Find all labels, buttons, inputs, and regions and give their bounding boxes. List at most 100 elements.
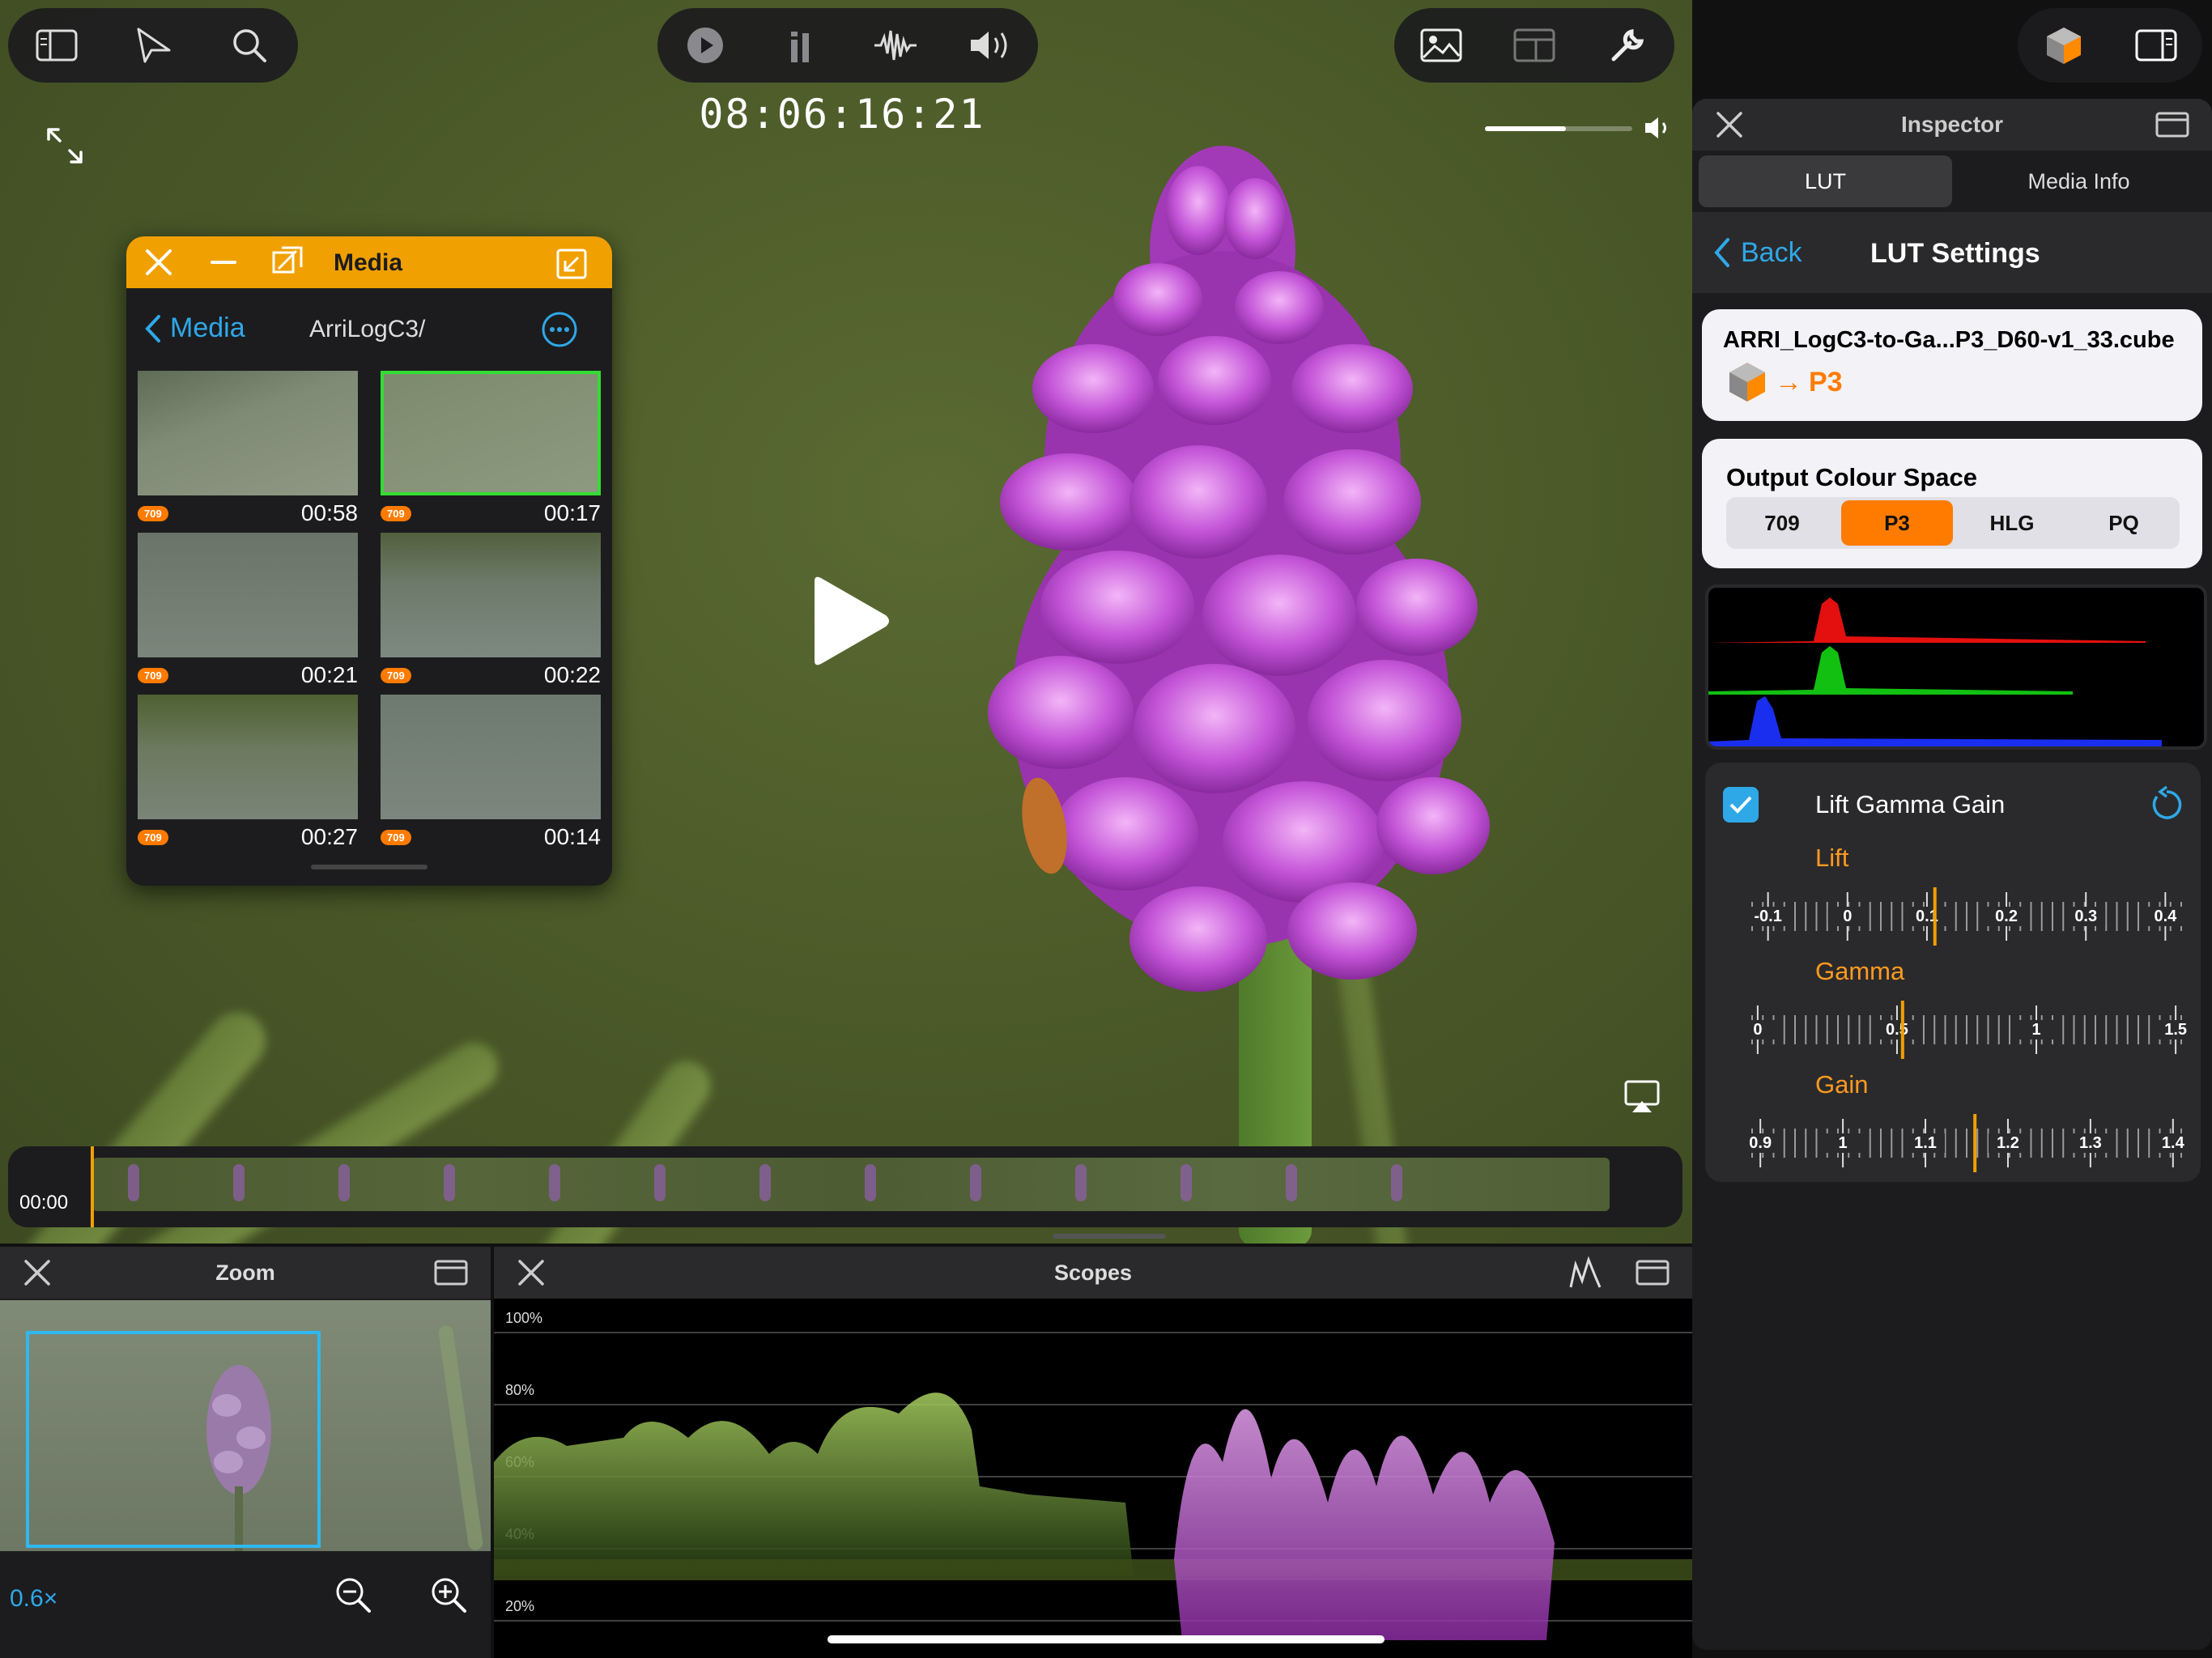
filmstrip-frame xyxy=(1286,1164,1297,1201)
timeline[interactable]: 00:00 xyxy=(8,1146,1682,1227)
colour-space-badge: 709 xyxy=(381,667,411,683)
back-button[interactable]: Back xyxy=(1713,236,1802,269)
clip-thumbnail[interactable] xyxy=(138,695,358,819)
ruler-tick-label: 1.2 xyxy=(1997,1134,2019,1152)
clip-duration: 00:14 xyxy=(543,824,601,849)
sidebar-toolbar xyxy=(2018,8,2202,83)
lift-ruler[interactable]: -0.1 0 0.1 0.2 0.3 0.4 xyxy=(1744,884,2189,949)
clip-info: 709 00:14 xyxy=(381,821,601,853)
media-back-button[interactable]: Media xyxy=(144,312,245,344)
ruler-tick-label: 0 xyxy=(1843,908,1852,925)
colour-space-option[interactable]: PQ xyxy=(2068,497,2180,549)
scroll-indicator[interactable] xyxy=(311,865,428,869)
play-circle-icon[interactable] xyxy=(673,13,738,78)
close-icon[interactable] xyxy=(23,1258,52,1293)
zoom-region-rectangle[interactable] xyxy=(26,1331,321,1548)
zoom-out-icon[interactable] xyxy=(334,1575,372,1618)
lgg-enable-checkbox[interactable] xyxy=(1723,787,1759,823)
window-icon[interactable] xyxy=(2155,112,2189,142)
search-icon[interactable] xyxy=(217,13,282,78)
output-colour-space-card: Output Colour Space 709 P3 HLG PQ xyxy=(1702,439,2202,568)
ruler-tick-label: 0.4 xyxy=(2154,908,2177,925)
lut-conversion: → P3 xyxy=(1726,359,1843,405)
lut-file-card[interactable]: ARRI_LogC3-to-Ga...P3_D60-v1_33.cube → P… xyxy=(1702,309,2202,421)
ruler-tick-label: 0.2 xyxy=(1995,908,2018,925)
filmstrip-frame xyxy=(1180,1164,1192,1201)
lut-settings-nav: Back LUT Settings xyxy=(1692,212,2212,293)
media-window-header: Media xyxy=(126,236,612,288)
clip-thumbnail[interactable] xyxy=(381,695,601,819)
media-back-label: Media xyxy=(170,312,245,343)
lgg-label: Lift Gamma Gain xyxy=(1815,790,2006,818)
back-label: Back xyxy=(1741,236,1802,268)
ruler-tick-label: 0.9 xyxy=(1749,1134,1772,1152)
colour-space-badge: 709 xyxy=(138,829,168,845)
fullscreen-icon[interactable] xyxy=(45,126,84,169)
inspector-tabs: LUT Media Info xyxy=(1699,155,2206,207)
waveform-green-trace xyxy=(494,1392,1134,1575)
output-colour-space-label: Output Colour Space xyxy=(1726,463,1977,491)
colour-space-option[interactable]: HLG xyxy=(1956,497,2068,549)
volume-icon[interactable] xyxy=(1644,115,1673,145)
gain-ruler[interactable]: 0.9 1 1.1 1.2 1.3 1.4 xyxy=(1741,1111,2193,1175)
tab-media-info[interactable]: Media Info xyxy=(1952,155,2206,207)
close-icon[interactable] xyxy=(517,1258,546,1293)
resize-icon[interactable] xyxy=(270,244,304,283)
panel-divider-handle[interactable] xyxy=(1053,1234,1166,1239)
gamma-ruler[interactable]: 0 0.5 1 1.5 xyxy=(1738,997,2196,1062)
ruler-tick-label: 0 xyxy=(1753,1021,1762,1039)
colour-space-option[interactable]: P3 xyxy=(1841,500,1953,546)
filmstrip-frame xyxy=(128,1164,139,1201)
waveform-icon[interactable] xyxy=(863,13,928,78)
layout-icon[interactable] xyxy=(1502,13,1567,78)
reset-icon[interactable] xyxy=(2147,785,2183,827)
window-icon[interactable] xyxy=(434,1260,468,1291)
photo-icon[interactable] xyxy=(1409,13,1474,78)
scopes-panel-header: Scopes xyxy=(494,1247,1692,1299)
clip-duration: 00:17 xyxy=(543,500,601,525)
arrow-right-icon: → xyxy=(1775,366,1802,397)
lut-cube-icon[interactable] xyxy=(2031,13,2096,78)
minimize-icon[interactable] xyxy=(207,246,240,283)
clip-thumbnail[interactable] xyxy=(138,533,358,657)
window-icon[interactable] xyxy=(1636,1260,1670,1291)
scope-type-icon[interactable] xyxy=(1568,1256,1603,1295)
timeline-filmstrip[interactable] xyxy=(92,1158,1610,1211)
tab-lut[interactable]: LUT xyxy=(1699,155,1952,207)
airplay-icon[interactable] xyxy=(1624,1080,1660,1118)
wrench-icon[interactable] xyxy=(1595,13,1660,78)
send-icon[interactable] xyxy=(121,13,185,78)
ruler-tick-label: 1.4 xyxy=(2162,1134,2185,1152)
zoom-in-icon[interactable] xyxy=(429,1575,468,1618)
filmstrip-frame xyxy=(1075,1164,1087,1201)
sidebar-icon[interactable] xyxy=(24,13,89,78)
playhead[interactable] xyxy=(91,1146,94,1227)
filmstrip-frame xyxy=(338,1164,350,1201)
close-icon[interactable] xyxy=(143,246,175,283)
scopes-panel: Scopes 100%80%60%40%20% xyxy=(494,1247,1692,1658)
clip-info: 709 00:27 xyxy=(138,821,358,853)
colour-space-option[interactable]: 709 xyxy=(1726,497,1838,549)
meters-icon[interactable] xyxy=(768,13,832,78)
zoom-preview[interactable] xyxy=(0,1300,491,1551)
zoom-panel: Zoom 0.6× xyxy=(0,1247,491,1658)
more-options-icon[interactable] xyxy=(541,311,578,352)
speaker-icon[interactable] xyxy=(958,13,1023,78)
clip-thumbnail[interactable] xyxy=(381,533,601,657)
clip-thumbnail[interactable] xyxy=(381,371,601,495)
ruler-tick-label: 1.3 xyxy=(2079,1134,2102,1152)
clip-duration: 00:22 xyxy=(543,662,601,687)
clip-thumbnail[interactable] xyxy=(138,371,358,495)
volume-slider[interactable] xyxy=(1485,126,1632,131)
dock-icon[interactable] xyxy=(555,248,588,284)
filmstrip-frame xyxy=(654,1164,666,1201)
inspector-sidebar: Inspector LUT Media Info Back LUT Settin… xyxy=(1692,0,2212,1658)
play-button[interactable] xyxy=(806,573,891,673)
clip-duration: 00:58 xyxy=(300,500,358,525)
sidebar-right-icon[interactable] xyxy=(2124,13,2189,78)
volume-fill xyxy=(1485,126,1567,131)
waveform-magenta-trace xyxy=(1174,1409,1555,1640)
ruler-tick-label: 0.3 xyxy=(2074,908,2097,925)
lut-file-name: ARRI_LogC3-to-Ga...P3_D60-v1_33.cube xyxy=(1723,327,2175,353)
lift-gamma-gain-card: Lift Gamma Gain Lift -0.1 0 0.1 0.2 0.3 0.4 G… xyxy=(1705,763,2201,1182)
